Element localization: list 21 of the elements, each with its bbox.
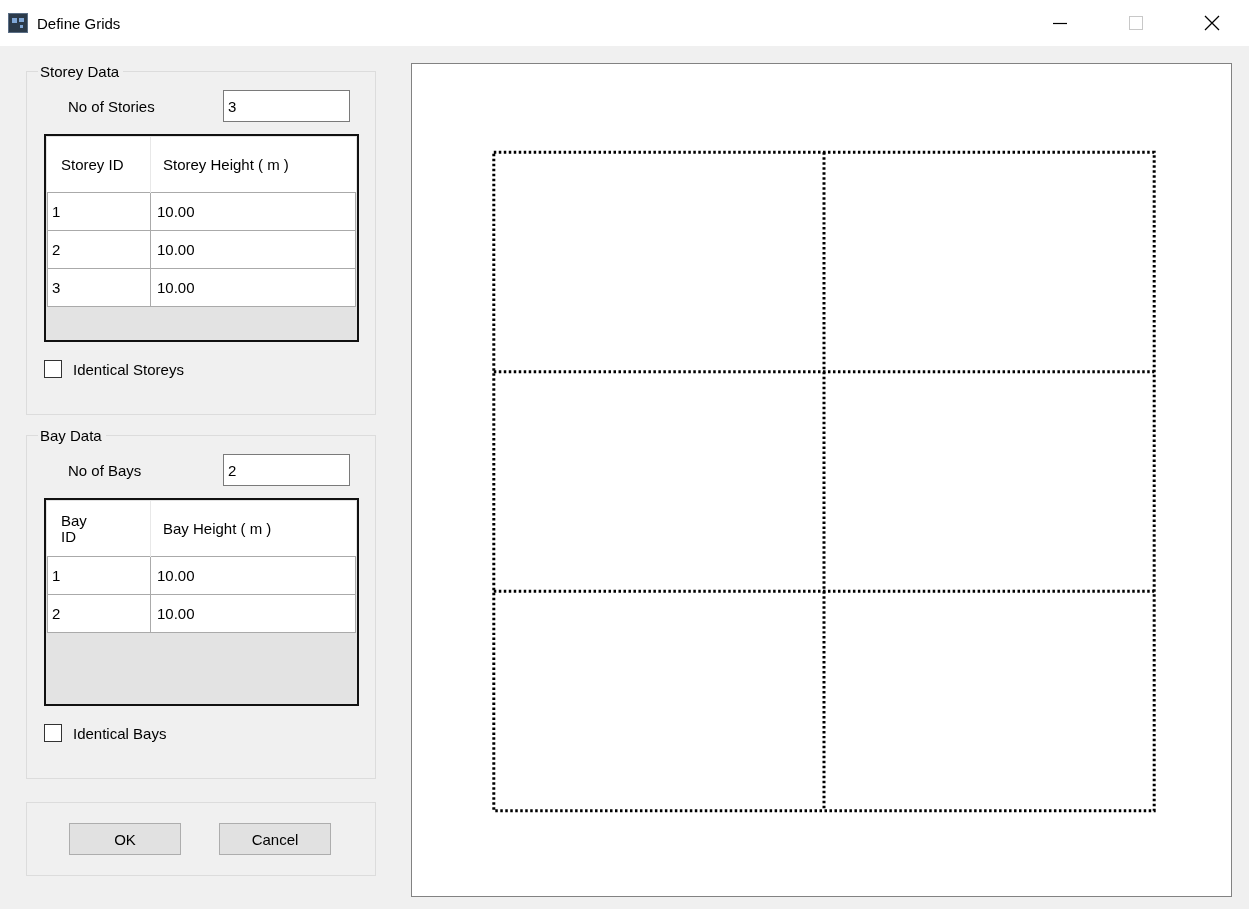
checkbox-label: Identical Storeys <box>73 360 184 378</box>
column-header: Bay Height ( m ) <box>162 519 273 540</box>
group-title: Bay Data <box>39 427 103 444</box>
table-cell: 3 <box>47 269 151 306</box>
dialog-button[interactable]: Cancel <box>219 823 331 855</box>
count-label: No of Bays <box>68 461 143 479</box>
group-title: Storey Data <box>39 63 121 80</box>
app-icon <box>8 13 28 33</box>
checkbox[interactable] <box>44 724 62 742</box>
table-cell: 10.00 <box>151 269 356 306</box>
table-cell: 10.00 <box>151 595 356 632</box>
column-header: Storey Height ( m ) <box>162 155 290 176</box>
dialog-button[interactable]: OK <box>69 823 181 855</box>
close-icon[interactable] <box>1204 15 1220 31</box>
count-label: No of Stories <box>68 97 156 115</box>
checkbox-label: Identical Bays <box>73 724 167 742</box>
count-field[interactable]: 3 <box>223 90 350 122</box>
checkbox[interactable] <box>44 360 62 378</box>
count-field[interactable]: 2 <box>223 454 350 486</box>
window-title: Define Grids <box>37 14 121 32</box>
table-cell: 2 <box>47 595 151 632</box>
